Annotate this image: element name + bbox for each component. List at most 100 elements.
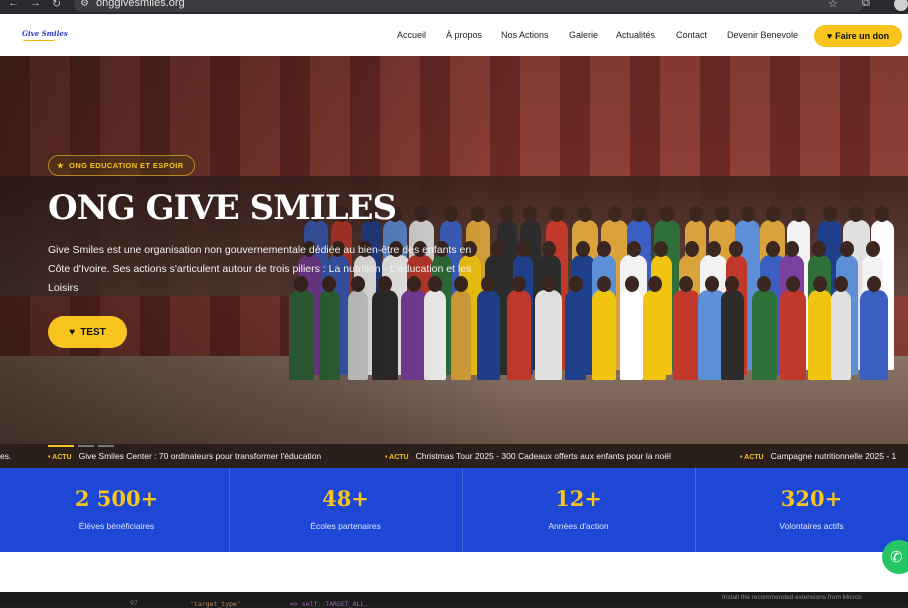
crowd-person-head: [647, 276, 662, 292]
news-ticker: es. • ACTU Give Smiles Center : 70 ordina…: [0, 444, 908, 468]
crowd-person-head: [596, 241, 611, 257]
nav-item-devenir-benevole[interactable]: Devenir Benevole: [727, 30, 798, 40]
site-header: Give Smiles Accueil À propos Nos Actions…: [0, 14, 908, 56]
crowd-person: [720, 290, 745, 380]
logo-swoosh: [22, 38, 56, 41]
ticker-item-text: Campagne nutritionnelle 2025 - 1: [770, 451, 897, 461]
crowd-person: [535, 290, 563, 380]
editor-code-key: 'target_type': [190, 600, 241, 608]
ticker-item[interactable]: • ACTU Campagne nutritionnelle 2025 - 1: [740, 451, 896, 461]
stat-value: 2 500+: [74, 486, 159, 511]
site-logo[interactable]: Give Smiles: [22, 29, 68, 38]
ticker-dot[interactable]: [78, 445, 94, 447]
crowd-person: [565, 290, 587, 380]
forward-icon[interactable]: →: [30, 0, 41, 9]
crowd-person-head: [523, 206, 538, 222]
nav-item-actualites[interactable]: Actualités: [616, 30, 655, 40]
whatsapp-icon: ✆: [890, 549, 903, 566]
donate-label: Faire un don: [835, 31, 890, 41]
crowd-person-head: [626, 241, 641, 257]
ticker-item-tag: • ACTU: [48, 454, 72, 461]
stat-ecoles: 48+ Écoles partenaires: [229, 468, 462, 552]
nav-item-accueil[interactable]: Accueil: [397, 30, 426, 40]
nav-item-galerie[interactable]: Galerie: [569, 30, 598, 40]
hero-cta-button[interactable]: ♥ TEST: [48, 316, 127, 348]
site-info-icon[interactable]: ⚙: [80, 0, 89, 9]
crowd-person: [592, 290, 617, 380]
whatsapp-button[interactable]: ✆: [882, 540, 908, 574]
crowd-person-head: [823, 206, 838, 222]
crowd-person-head: [659, 206, 674, 222]
ticker-dot-active[interactable]: [48, 445, 74, 447]
nav-item-a-propos[interactable]: À propos: [446, 30, 482, 40]
crowd-person-head: [791, 206, 806, 222]
crowd-person: [619, 290, 644, 380]
crowd-person-head: [765, 206, 780, 222]
crowd-person-head: [631, 206, 646, 222]
ticker-item-text: es.: [0, 451, 12, 461]
stat-value: 48+: [322, 486, 369, 511]
web-page: Give Smiles Accueil À propos Nos Actions…: [0, 14, 908, 592]
hero-cta-label: TEST: [80, 326, 106, 338]
bookmark-star-icon[interactable]: ☆: [828, 0, 838, 10]
background-editor-strip: 97 'target_type' => self::TARGET_ALL, In…: [0, 592, 908, 608]
crowd-person-head: [705, 276, 720, 292]
crowd-person-head: [740, 206, 755, 222]
ticker-item-tag: • ACTU: [385, 454, 409, 461]
heart-icon: ♥: [69, 326, 76, 338]
crowd-person: [830, 290, 852, 380]
ticker-item[interactable]: es.: [0, 451, 11, 461]
address-bar[interactable]: [74, 0, 864, 12]
hero-section: ★ ONG EDUCATION ET ESPOIR ONG GIVE SMILE…: [0, 56, 908, 444]
crowd-person-head: [577, 206, 592, 222]
ticker-item-text: Christmas Tour 2025 - 300 Cadeaux offert…: [415, 451, 671, 461]
crowd-person-head: [684, 241, 699, 257]
url-text[interactable]: onggivesmiles.org: [96, 0, 185, 9]
crowd-person: [780, 290, 807, 380]
crowd-person-head: [550, 206, 565, 222]
nav-item-contact[interactable]: Contact: [676, 30, 707, 40]
crowd-person-head: [766, 241, 781, 257]
stat-value: 320+: [780, 486, 843, 511]
profile-avatar[interactable]: [894, 0, 908, 11]
stat-annees: 12+ Années d'action: [462, 468, 695, 552]
heart-icon: ♥: [826, 31, 833, 41]
browser-toolbar: ← → ↻ ⚙ onggivesmiles.org ☆ ⧉: [0, 0, 908, 14]
stat-label: Écoles partenaires: [310, 521, 381, 531]
stat-label: Volontaires actifs: [779, 521, 844, 531]
extensions-icon[interactable]: ⧉: [862, 0, 870, 10]
back-icon[interactable]: ←: [8, 0, 19, 9]
crowd-person-head: [706, 241, 721, 257]
stat-value: 12+: [555, 486, 602, 511]
crowd-person-head: [688, 206, 703, 222]
crowd-person-head: [624, 276, 639, 292]
star-icon: ★: [57, 161, 65, 170]
hero-badge: ★ ONG EDUCATION ET ESPOIR: [48, 155, 195, 176]
ticker-indicator: [48, 445, 114, 447]
crowd-person-head: [541, 276, 556, 292]
crowd-person: [860, 290, 889, 380]
hero-title: ONG GIVE SMILES: [48, 188, 397, 228]
editor-code-value: => self::TARGET_ALL,: [290, 600, 369, 608]
crowd-person-head: [575, 241, 590, 257]
stat-eleves: 2 500+ Élèves bénéficiaires: [0, 468, 233, 552]
nav-item-nos-actions[interactable]: Nos Actions: [501, 30, 549, 40]
stat-label: Années d'action: [548, 521, 609, 531]
stat-label: Élèves bénéficiaires: [78, 521, 155, 531]
crowd-person: [673, 290, 700, 380]
ticker-item-text: Give Smiles Center : 70 ordinateurs pour…: [78, 451, 322, 461]
crowd-person: [808, 290, 832, 380]
ticker-dot[interactable]: [98, 445, 114, 447]
ticker-item[interactable]: • ACTU Give Smiles Center : 70 ordinateur…: [48, 451, 321, 461]
donate-button[interactable]: ♥ Faire un don: [814, 25, 902, 47]
crowd-person-head: [568, 276, 583, 292]
editor-notification: Install the recommended extensions from …: [722, 594, 862, 601]
stats-band: 2 500+ Élèves bénéficiaires 48+ Écoles p…: [0, 468, 908, 552]
hero-badge-text: ONG EDUCATION ET ESPOIR: [69, 161, 184, 170]
crowd-person-head: [607, 206, 622, 222]
reload-icon[interactable]: ↻: [52, 0, 61, 10]
crowd-person: [642, 290, 667, 380]
stat-volontaires: 320+ Volontaires actifs: [695, 468, 908, 552]
ticker-item[interactable]: • ACTU Christmas Tour 2025 - 300 Cadeaux …: [385, 451, 671, 461]
crowd-person-head: [865, 241, 880, 257]
